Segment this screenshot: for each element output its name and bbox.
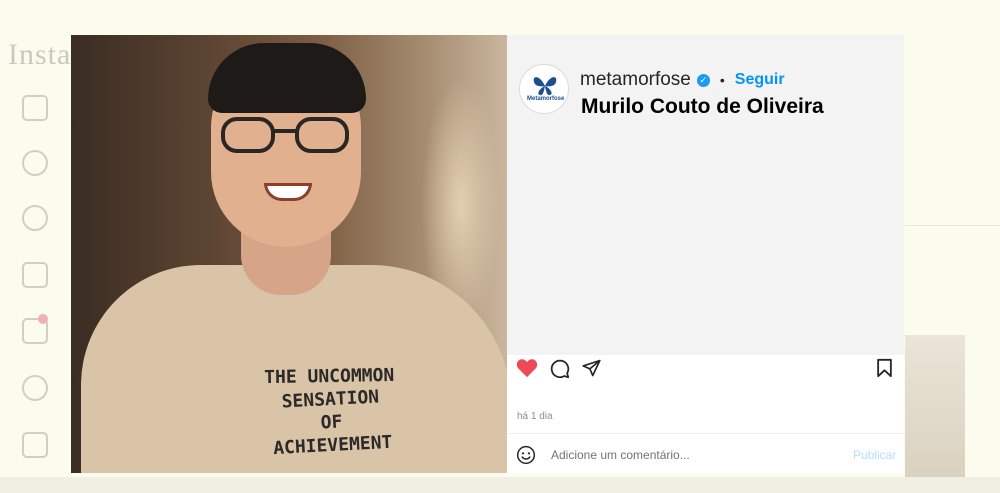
publish-button[interactable]: Publicar [853, 448, 896, 462]
emoji-icon[interactable] [516, 445, 536, 470]
post-actions [507, 355, 904, 385]
create-icon [22, 432, 48, 458]
caption-name: Murilo Couto de Oliveira [581, 95, 824, 118]
heart-icon[interactable] [516, 358, 538, 383]
search-icon [22, 150, 48, 176]
background-bottom-bar [0, 477, 1000, 493]
reels-icon [22, 262, 48, 288]
comment-divider [507, 433, 904, 434]
post-side-panel: Metamorfose metamorfose ✓ • Seguir Muril… [507, 35, 904, 473]
bookmark-icon[interactable] [876, 358, 893, 383]
hair [208, 43, 366, 113]
background-thumbnail [905, 335, 965, 485]
post-timestamp[interactable]: há 1 dia [517, 411, 553, 422]
follow-button[interactable]: Seguir [735, 71, 785, 89]
comment-input[interactable] [549, 447, 833, 463]
post-header: Metamorfose metamorfose ✓ • Seguir Muril… [507, 35, 904, 355]
post-modal: THE UNCOMMON SENSATION OF ACHIEVEMENT Me… [71, 35, 904, 473]
username-link[interactable]: metamorfose [580, 69, 691, 91]
avatar[interactable]: Metamorfose [519, 64, 569, 114]
background-divider [905, 225, 1000, 226]
post-photo[interactable]: THE UNCOMMON SENSATION OF ACHIEVEMENT [71, 35, 507, 473]
shirt-line-1: THE UNCOMMON [263, 364, 395, 389]
background-logo: Insta [8, 38, 72, 71]
post-author-row: metamorfose ✓ • Seguir [580, 69, 785, 91]
shirt-print: THE UNCOMMON SENSATION OF ACHIEVEMENT [229, 360, 434, 462]
glasses [221, 117, 351, 153]
share-icon[interactable] [581, 358, 602, 383]
comment-icon[interactable] [549, 358, 570, 384]
avatar-brand: Metamorfose [527, 96, 565, 102]
dot-separator: • [719, 72, 725, 88]
explore-icon [22, 205, 48, 231]
notification-dot [38, 314, 48, 324]
home-icon [22, 95, 48, 121]
notifications-icon [22, 375, 48, 401]
verified-badge-icon: ✓ [696, 73, 710, 87]
